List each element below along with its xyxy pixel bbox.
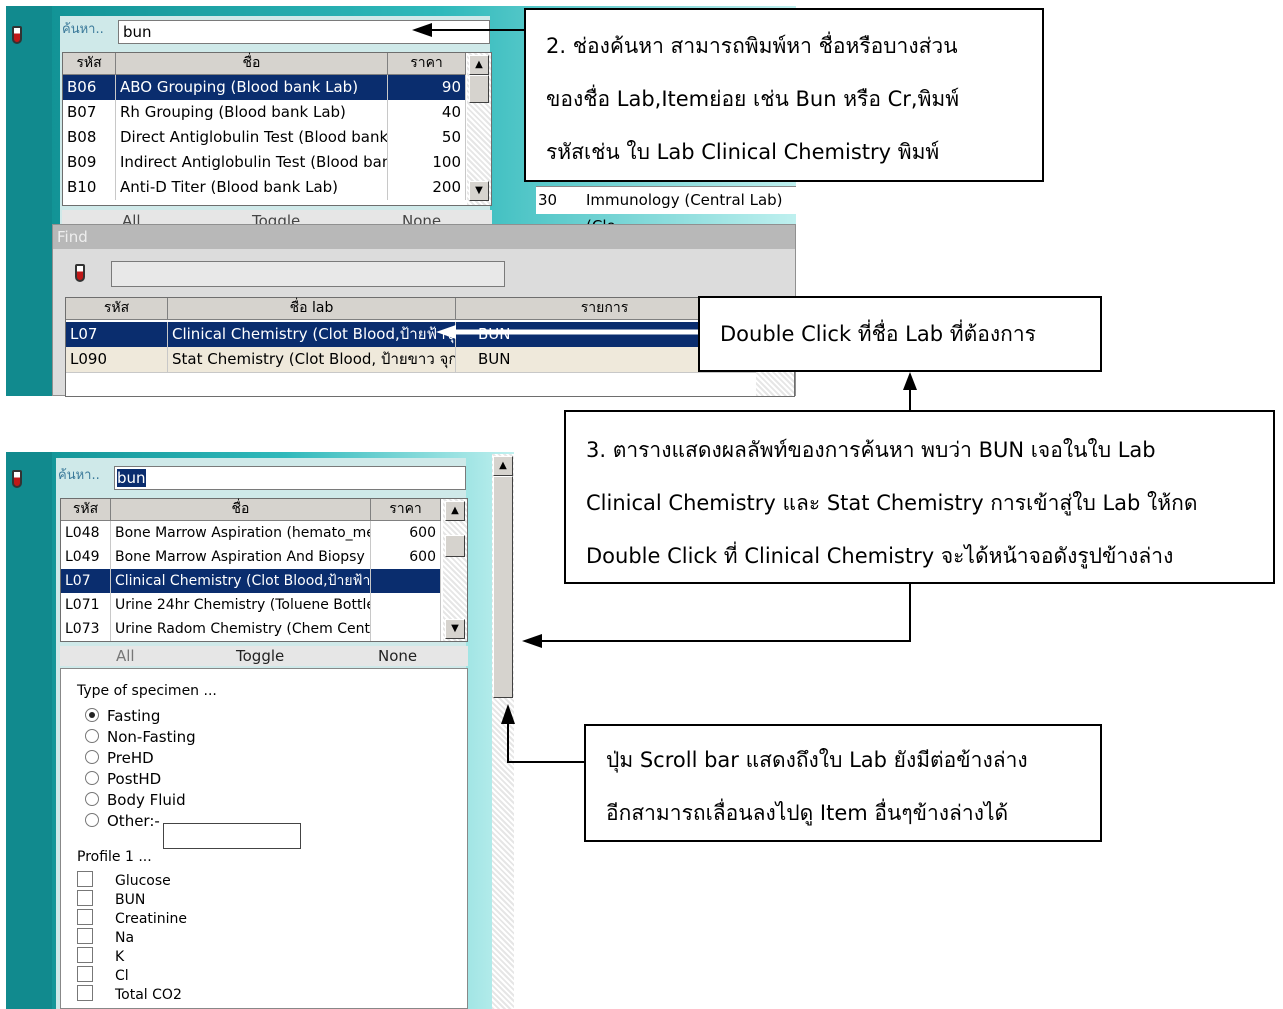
arrow-results-to-bottom-window — [522, 584, 911, 648]
annotation-arrows — [412, 23, 917, 763]
arrow-up-to-double-click-box — [903, 372, 917, 410]
arrow-to-find-row — [436, 325, 698, 339]
arrow-to-search-input — [412, 23, 524, 37]
arrow-to-page-scrollbar — [501, 704, 584, 763]
